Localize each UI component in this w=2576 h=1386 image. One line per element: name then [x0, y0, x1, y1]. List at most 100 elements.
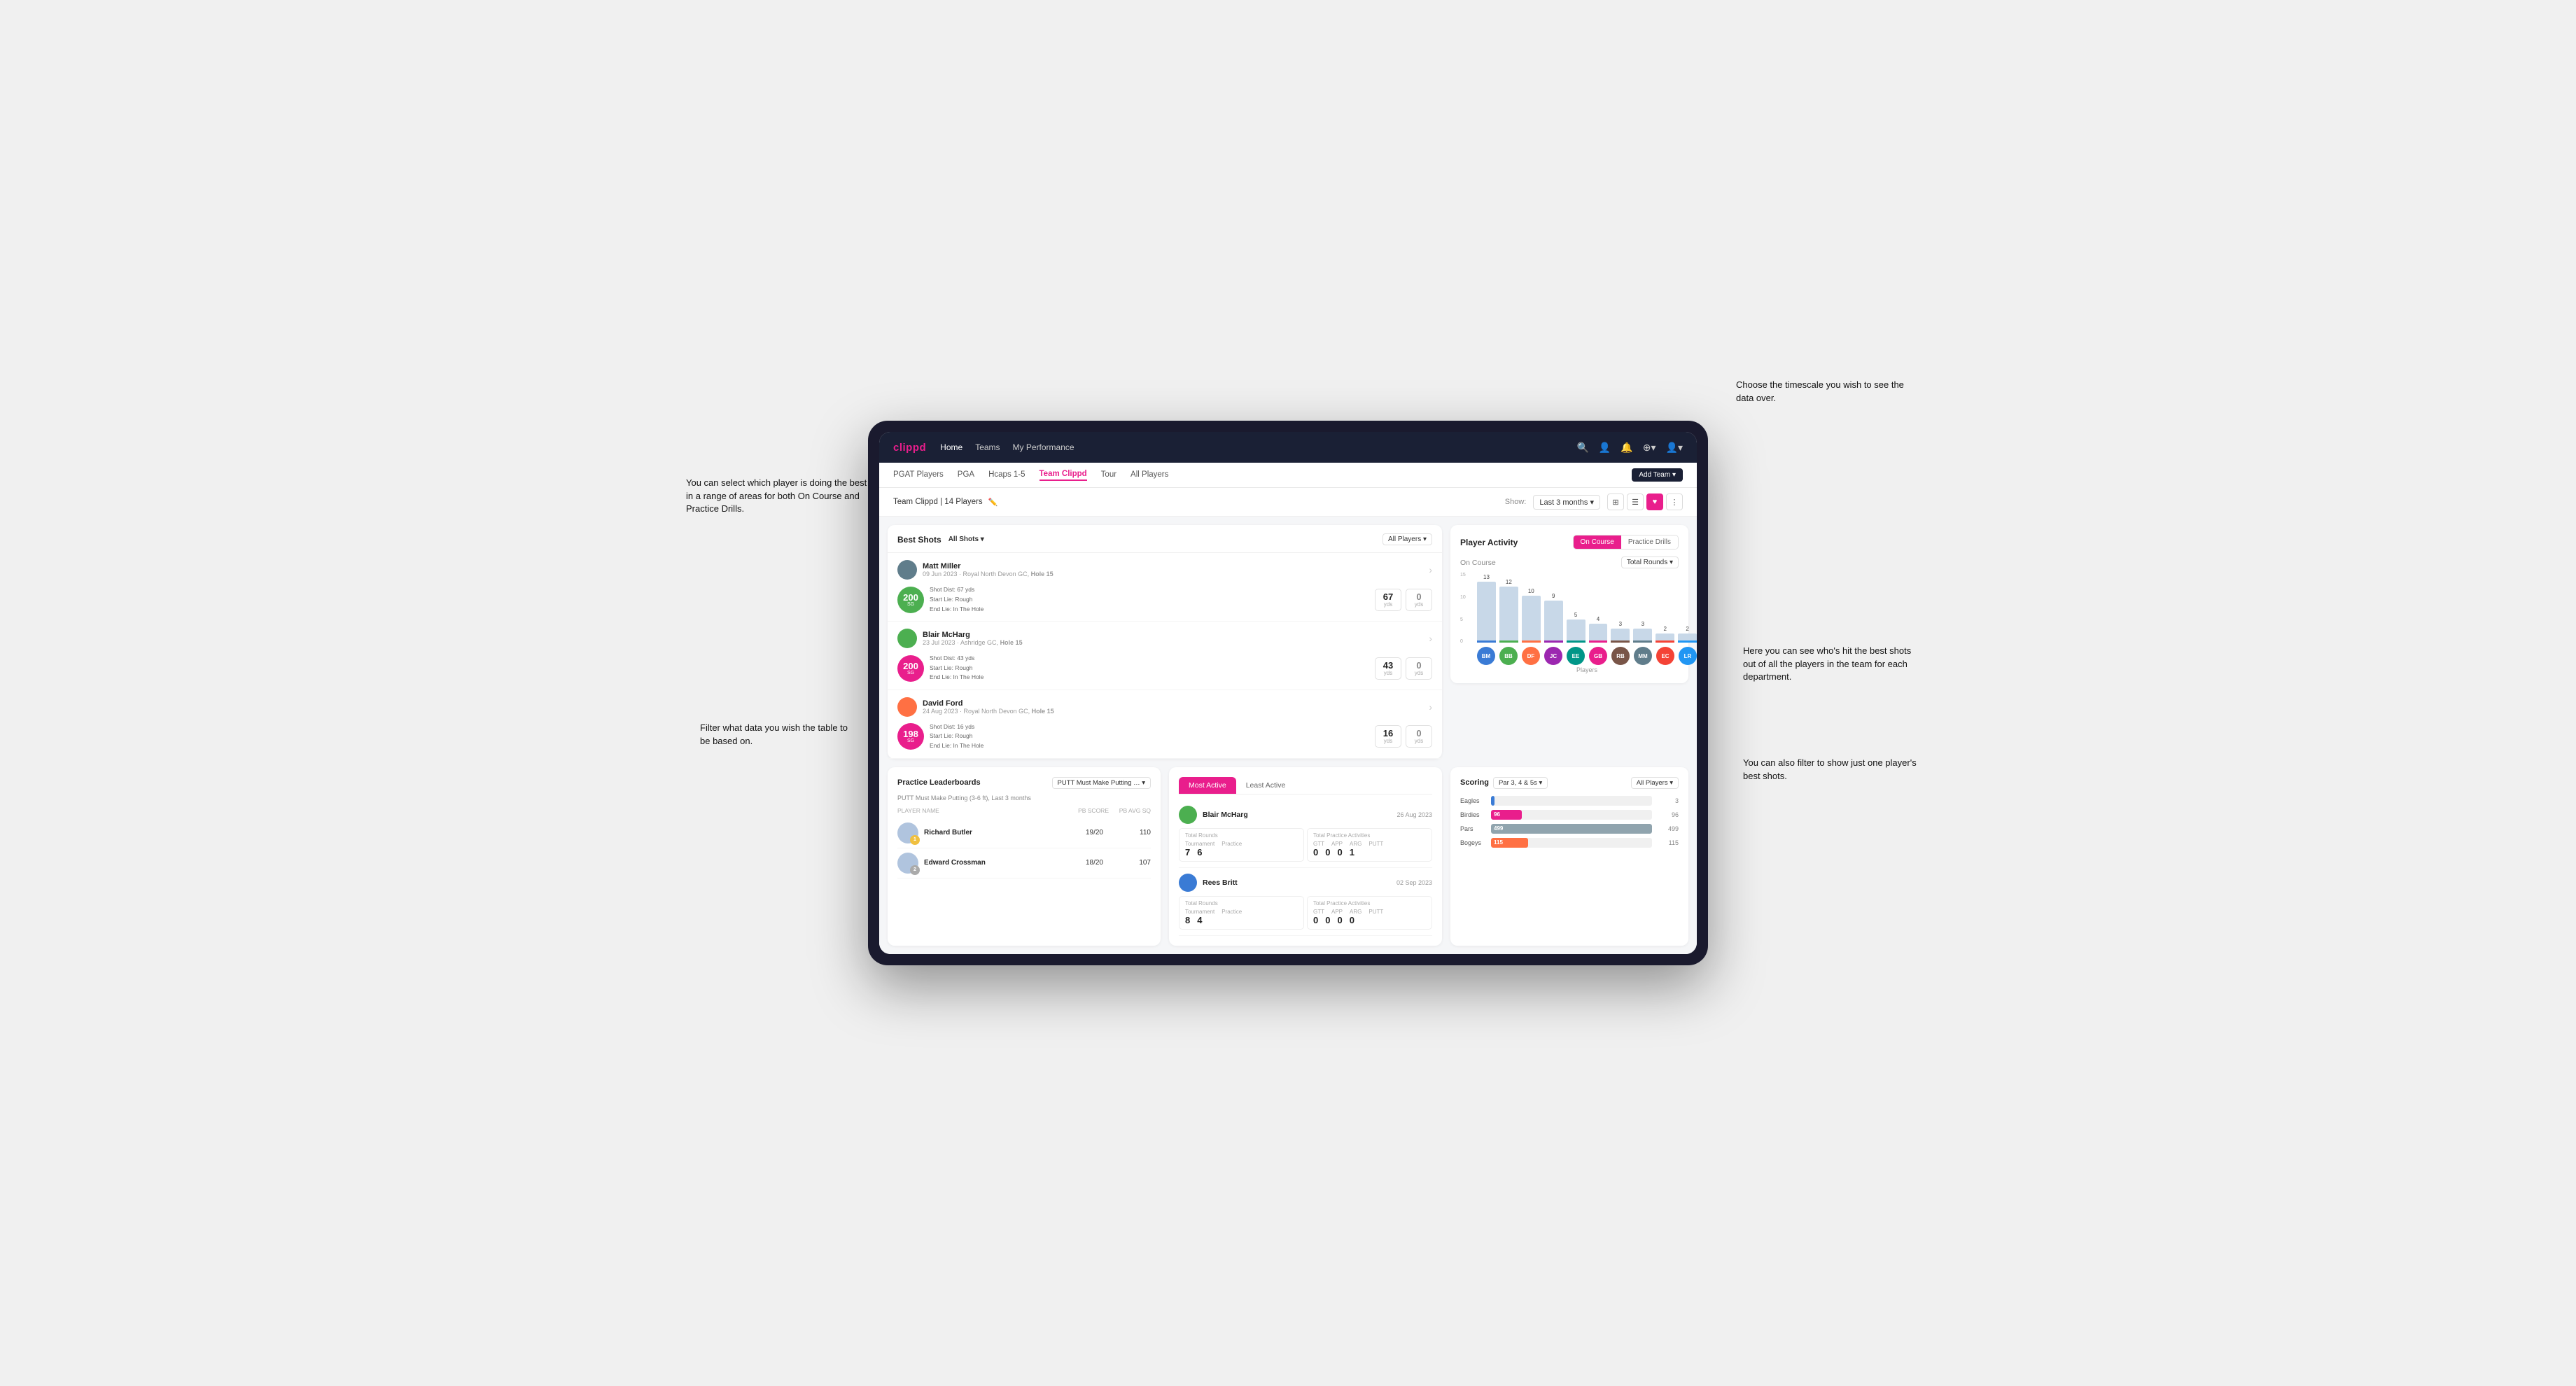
active-player: Blair McHarg 26 Aug 2023 Total Rounds To… — [1179, 800, 1432, 868]
active-player-header: Blair McHarg 26 Aug 2023 — [1179, 806, 1432, 824]
active-players: Blair McHarg 26 Aug 2023 Total Rounds To… — [1179, 800, 1432, 936]
practice-label: Practice — [1222, 841, 1242, 847]
score-label: Eagles — [1460, 797, 1485, 804]
list-view-icon[interactable]: ☰ — [1627, 493, 1644, 510]
sub-nav-tour[interactable]: Tour — [1101, 470, 1116, 480]
active-practice-activities: Total Practice Activities GTT APP ARG PU… — [1307, 896, 1432, 930]
notification-icon[interactable]: 🔔 — [1620, 442, 1632, 454]
card-view-icon[interactable]: ♥ — [1646, 493, 1663, 510]
metric-unit: yds — [1381, 601, 1395, 608]
page-wrapper: Choose the timescale you wish to see the… — [868, 421, 1708, 965]
search-icon[interactable]: 🔍 — [1576, 442, 1588, 454]
sub-nav-hcaps[interactable]: Hcaps 1-5 — [988, 470, 1025, 480]
active-player-avatar — [1179, 874, 1197, 892]
arg-label: ARG — [1350, 841, 1362, 847]
time-select[interactable]: Last 3 months ▾ — [1533, 495, 1600, 510]
more-view-icon[interactable]: ⋮ — [1666, 493, 1683, 510]
lb-avatar: 1 — [897, 822, 918, 844]
sub-nav-pgat[interactable]: PGAT Players — [893, 470, 944, 480]
bar-value: 3 — [1619, 621, 1622, 627]
practice-drills-tab[interactable]: Practice Drills — [1621, 536, 1678, 549]
score-count: 96 — [1658, 811, 1679, 818]
bottom-row: Practice Leaderboards PUTT Must Make Put… — [888, 767, 1442, 946]
putt-label: PUTT — [1368, 841, 1383, 847]
scoring-players-filter[interactable]: All Players ▾ — [1631, 777, 1679, 789]
on-course-tab[interactable]: On Course — [1574, 536, 1621, 549]
bar — [1589, 624, 1608, 643]
nav-my-performance[interactable]: My Performance — [1013, 442, 1074, 452]
sub-nav-team-clippd[interactable]: Team Clippd — [1040, 470, 1087, 481]
lb-pb-score: 19/20 — [1061, 829, 1103, 836]
shot-badge: 198 SG — [897, 723, 924, 750]
annotation-player-filter: You can also filter to show just one pla… — [1743, 757, 1925, 782]
bar — [1633, 629, 1652, 643]
gtt-label: GTT — [1313, 909, 1324, 915]
player-avatar: RB — [1611, 647, 1630, 665]
users-icon[interactable]: 👤 — [1599, 442, 1611, 454]
most-active-card: Most Active Least Active Blair McHarg 26… — [1169, 767, 1442, 946]
x-axis-label: Players — [1477, 666, 1697, 673]
bar-value: 10 — [1528, 588, 1534, 594]
app-label: APP — [1331, 909, 1343, 915]
shot-player-row: Matt Miller 09 Jun 2023 · Royal North De… — [897, 560, 1432, 580]
lb-dropdown[interactable]: PUTT Must Make Putting … ▾ — [1052, 777, 1152, 789]
active-stats-grid: Total Rounds Tournament Practice 8 4 Tot… — [1179, 896, 1432, 930]
nav-teams[interactable]: Teams — [975, 442, 1000, 452]
bar — [1611, 629, 1630, 643]
shot-dist: Shot Dist: 67 yds — [930, 585, 1369, 595]
all-players-filter[interactable]: All Players ▾ — [1382, 533, 1432, 545]
lb-col-avg: PB AVG SQ — [1109, 807, 1151, 814]
most-active-tab[interactable]: Most Active — [1179, 777, 1236, 794]
metric-zero-val: 0 — [1412, 592, 1426, 601]
bar-value: 12 — [1506, 579, 1512, 585]
edit-team-icon[interactable]: ✏️ — [988, 498, 998, 507]
app-val: 0 — [1325, 915, 1330, 925]
active-stats-grid: Total Rounds Tournament Practice 7 6 Tot… — [1179, 828, 1432, 862]
shot-chevron-icon[interactable]: › — [1429, 701, 1432, 713]
shot-chevron-icon[interactable]: › — [1429, 633, 1432, 644]
bar-value: 2 — [1686, 626, 1688, 632]
player-avatar: BM — [1477, 647, 1495, 665]
y-label-10: 10 — [1460, 595, 1474, 600]
active-player-name: Rees Britt — [1203, 878, 1238, 887]
on-course-label: On Course — [1460, 559, 1496, 567]
score-bar-row: Pars 499 499 — [1460, 824, 1679, 834]
app-label: APP — [1331, 841, 1343, 847]
practice-activities-label: Total Practice Activities — [1313, 900, 1426, 906]
lb-player-name: Richard Butler — [924, 829, 1056, 836]
nav-icons: 🔍 👤 🔔 ⊕▾ 👤▾ — [1576, 442, 1683, 454]
least-active-tab[interactable]: Least Active — [1236, 777, 1296, 794]
rounds-sub-labels: Tournament Practice — [1185, 909, 1298, 915]
gtt-val: 0 — [1313, 847, 1318, 858]
all-shots-tab[interactable]: All Shots ▾ — [948, 536, 984, 543]
shot-start: Start Lie: Rough — [930, 595, 1369, 605]
add-team-button[interactable]: Add Team ▾ — [1632, 468, 1683, 482]
lb-avatar: 2 — [897, 853, 918, 874]
shot-chevron-icon[interactable]: › — [1429, 564, 1432, 575]
bar-col: 13 — [1477, 573, 1496, 643]
shot-player-sub: 09 Jun 2023 · Royal North Devon GC, Hole… — [923, 570, 1054, 578]
player-activity-header: Player Activity On Course Practice Drill… — [1460, 535, 1679, 550]
shot-details: Shot Dist: 67 yds Start Lie: Rough End L… — [930, 585, 1369, 614]
total-rounds-select[interactable]: Total Rounds ▾ — [1621, 556, 1679, 568]
practice-val: 4 — [1197, 915, 1202, 925]
bar-col: 9 — [1544, 573, 1563, 643]
bar-highlight — [1567, 640, 1586, 643]
player-avatar: BB — [1499, 647, 1518, 665]
sub-nav-pga[interactable]: PGA — [958, 470, 974, 480]
shot-player-info: David Ford 24 Aug 2023 · Royal North Dev… — [923, 699, 1054, 715]
bar — [1567, 620, 1586, 643]
bar-value: 5 — [1574, 612, 1577, 618]
active-player-avatar — [1179, 806, 1197, 824]
lb-col-pb: PB SCORE — [1067, 807, 1109, 814]
grid-view-icon[interactable]: ⊞ — [1607, 493, 1624, 510]
bar — [1678, 634, 1697, 643]
sub-nav-all-players[interactable]: All Players — [1130, 470, 1168, 480]
avatars-row: BMBBDFJCEEGBRBMMECLR — [1477, 647, 1697, 665]
bar — [1522, 596, 1541, 643]
avatar-icon[interactable]: 👤▾ — [1666, 442, 1683, 454]
add-icon[interactable]: ⊕▾ — [1643, 442, 1656, 454]
scoring-par-filter[interactable]: Par 3, 4 & 5s ▾ — [1493, 777, 1548, 789]
nav-home[interactable]: Home — [940, 442, 962, 452]
shot-item: Matt Miller 09 Jun 2023 · Royal North De… — [888, 553, 1442, 622]
